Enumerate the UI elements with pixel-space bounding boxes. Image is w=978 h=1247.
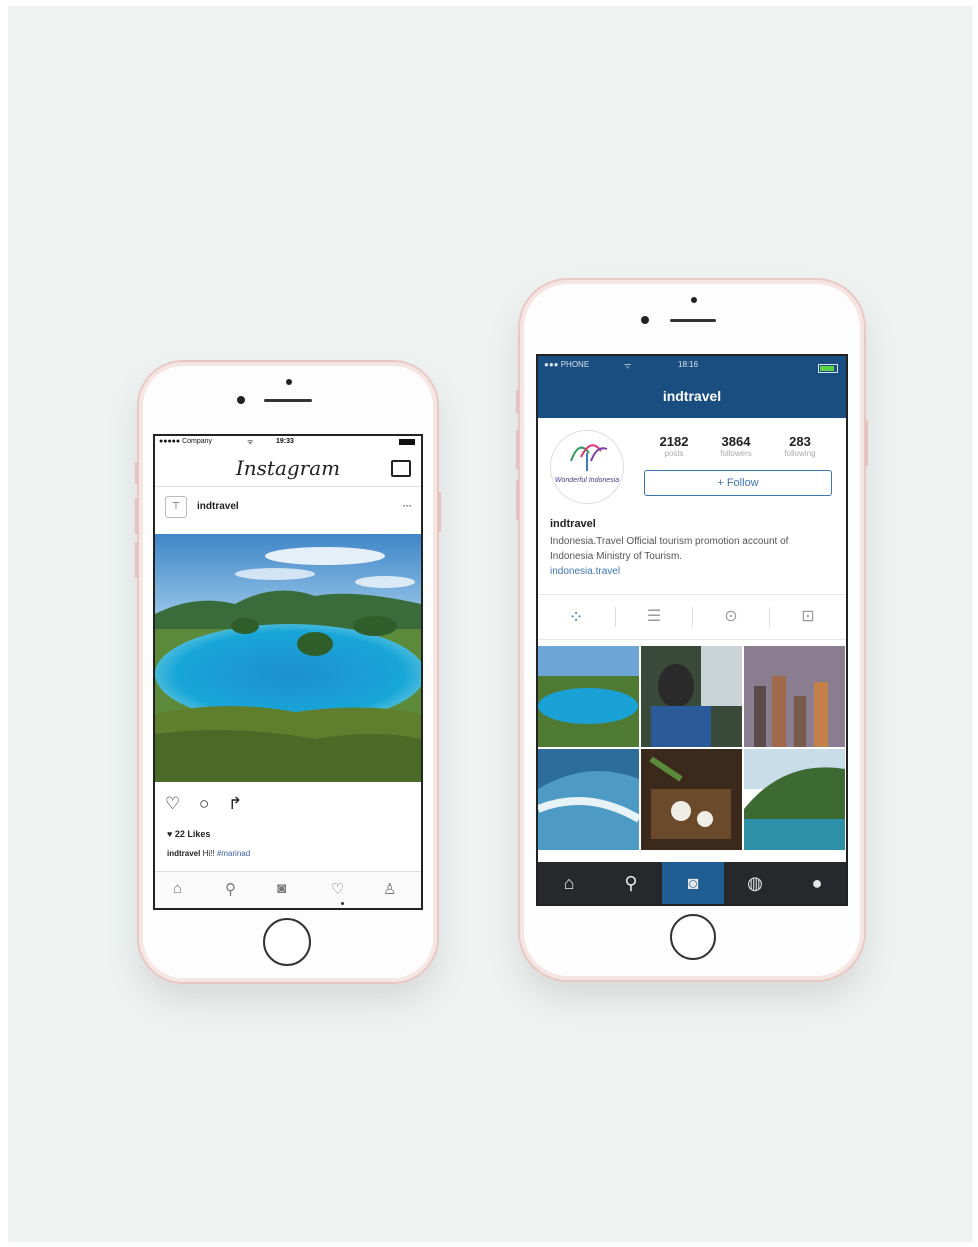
volume-up-button bbox=[516, 430, 519, 470]
phone-right: ●●● PHONE ᯤ 18:16 indtravel Wonderful In… bbox=[516, 278, 868, 982]
follow-button[interactable]: + Follow bbox=[644, 470, 832, 496]
post-image[interactable] bbox=[155, 534, 421, 782]
instagram-feed-screen: ●●●●● Company ᯤ 19:33 Instagram ⊤ indtra… bbox=[153, 434, 423, 910]
front-camera bbox=[641, 316, 649, 324]
grid-photo-beach[interactable] bbox=[744, 749, 845, 850]
activity-icon[interactable]: ♡ bbox=[331, 880, 344, 898]
followers-count: 3864 bbox=[721, 434, 751, 449]
island-lagoon-photo bbox=[155, 534, 421, 782]
grid-photo-lagoon[interactable] bbox=[538, 646, 639, 747]
front-sensor bbox=[286, 379, 292, 385]
activity-indicator-dot bbox=[341, 902, 344, 905]
battery-icon bbox=[818, 364, 838, 373]
profile-icon[interactable]: ♙ bbox=[383, 880, 396, 898]
grid-photo-dancer[interactable] bbox=[641, 646, 742, 747]
likes-count[interactable]: ♥ 22 Likes bbox=[167, 829, 210, 839]
dancer-thumbnail bbox=[641, 646, 742, 747]
activity-icon[interactable]: ◍ bbox=[724, 862, 786, 904]
power-button bbox=[865, 420, 868, 466]
more-options-icon[interactable]: ··· bbox=[402, 498, 412, 512]
power-button bbox=[438, 492, 441, 532]
tagged-photos-icon[interactable]: ⊡ bbox=[770, 603, 846, 631]
grid-view-icon[interactable]: ⁘ bbox=[538, 603, 614, 631]
list-view-icon[interactable]: ☰ bbox=[616, 603, 692, 631]
bottom-nav-bar: ⌂ ⚲ ◙ ◍ ● bbox=[538, 862, 846, 904]
search-icon[interactable]: ⚲ bbox=[225, 880, 236, 898]
location-icon[interactable]: ⊙ bbox=[693, 603, 769, 631]
home-icon[interactable]: ⌂ bbox=[173, 880, 182, 897]
volume-down-button bbox=[135, 542, 138, 578]
wifi-icon: ᯤ bbox=[624, 361, 632, 370]
profile-header: ●●● PHONE ᯤ 18:16 indtravel bbox=[538, 356, 846, 418]
profile-title: indtravel bbox=[662, 388, 722, 404]
profile-view-tabs: ⁘ ☰ ⊙ ⊡ bbox=[538, 594, 846, 640]
home-icon[interactable]: ⌂ bbox=[538, 862, 600, 904]
camera-icon[interactable]: ◙ bbox=[662, 862, 724, 904]
carrier-label: ●●● PHONE bbox=[544, 360, 590, 369]
status-bar: ●●●●● Company ᯤ 19:33 bbox=[155, 436, 421, 448]
photo-grid bbox=[538, 646, 846, 852]
bio-text: Indonesia.Travel Official tourism promot… bbox=[550, 536, 789, 562]
posts-label: posts bbox=[664, 449, 684, 458]
front-sensor bbox=[691, 297, 697, 303]
app-header: Instagram bbox=[155, 450, 421, 487]
home-button[interactable] bbox=[670, 914, 716, 960]
posts-count: 2182 bbox=[659, 434, 689, 449]
caption-username[interactable]: indtravel bbox=[167, 849, 200, 858]
avatar[interactable]: ⊤ bbox=[165, 496, 187, 518]
stat-followers[interactable]: 3864 followers bbox=[706, 434, 766, 458]
bottom-tab-bar: ⌂ ⚲ ◙ ♡ ♙ bbox=[155, 871, 421, 908]
grid-photo-city[interactable] bbox=[744, 646, 845, 747]
carrier-label: ●●●●● Company bbox=[159, 438, 213, 445]
battery-icon bbox=[399, 439, 415, 445]
share-icon[interactable]: ↱ bbox=[228, 794, 242, 813]
following-count: 283 bbox=[789, 434, 811, 449]
followers-label: followers bbox=[720, 449, 752, 458]
earpiece bbox=[264, 399, 312, 402]
inbox-icon[interactable] bbox=[391, 460, 411, 477]
grid-photo-surfer[interactable] bbox=[538, 749, 639, 850]
mute-switch bbox=[135, 462, 138, 484]
grid-photo-food[interactable] bbox=[641, 749, 742, 850]
camera-icon[interactable]: ◙ bbox=[277, 880, 286, 897]
front-camera bbox=[237, 396, 245, 404]
wifi-icon: ᯤ bbox=[247, 439, 254, 446]
post-header: ⊤ indtravel ··· bbox=[155, 490, 421, 528]
food-thumbnail bbox=[641, 749, 742, 850]
bio-name: indtravel bbox=[550, 518, 596, 530]
following-label: following bbox=[784, 449, 816, 458]
status-time: 18:16 bbox=[678, 360, 699, 369]
post-actions: ♡ ○ ↱ bbox=[165, 794, 256, 814]
search-icon[interactable]: ⚲ bbox=[600, 862, 662, 904]
comment-icon[interactable]: ○ bbox=[199, 794, 209, 813]
volume-down-button bbox=[516, 480, 519, 520]
profile-icon[interactable]: ● bbox=[786, 862, 846, 904]
beach-thumbnail bbox=[744, 749, 845, 850]
instagram-logo: Instagram bbox=[235, 456, 341, 480]
stat-following[interactable]: 283 following bbox=[770, 434, 830, 458]
post-username[interactable]: indtravel bbox=[197, 501, 239, 512]
like-icon[interactable]: ♡ bbox=[165, 794, 180, 813]
phone-left: ●●●●● Company ᯤ 19:33 Instagram ⊤ indtra… bbox=[135, 360, 441, 984]
instagram-profile-screen: ●●● PHONE ᯤ 18:16 indtravel Wonderful In… bbox=[536, 354, 848, 906]
stat-posts[interactable]: 2182 posts bbox=[644, 434, 704, 458]
caption-hashtag[interactable]: #marinad bbox=[217, 849, 250, 858]
home-button[interactable] bbox=[263, 918, 311, 966]
status-time: 19:33 bbox=[276, 438, 294, 445]
volume-up-button bbox=[135, 498, 138, 534]
profile-avatar[interactable]: Wonderful Indonesia bbox=[550, 430, 624, 504]
logo-caption: Wonderful Indonesia bbox=[554, 477, 620, 484]
bio-link[interactable]: indonesia.travel bbox=[550, 566, 620, 577]
caption-text: Hi!! bbox=[202, 849, 215, 858]
lagoon-thumbnail bbox=[538, 646, 639, 747]
post-caption: indtravel Hi!! #marinad bbox=[167, 849, 250, 858]
city-thumbnail bbox=[744, 646, 845, 747]
surfer-thumbnail bbox=[538, 749, 639, 850]
wonderful-indonesia-logo bbox=[570, 444, 608, 471]
earpiece bbox=[670, 319, 716, 322]
mute-switch bbox=[516, 390, 519, 414]
